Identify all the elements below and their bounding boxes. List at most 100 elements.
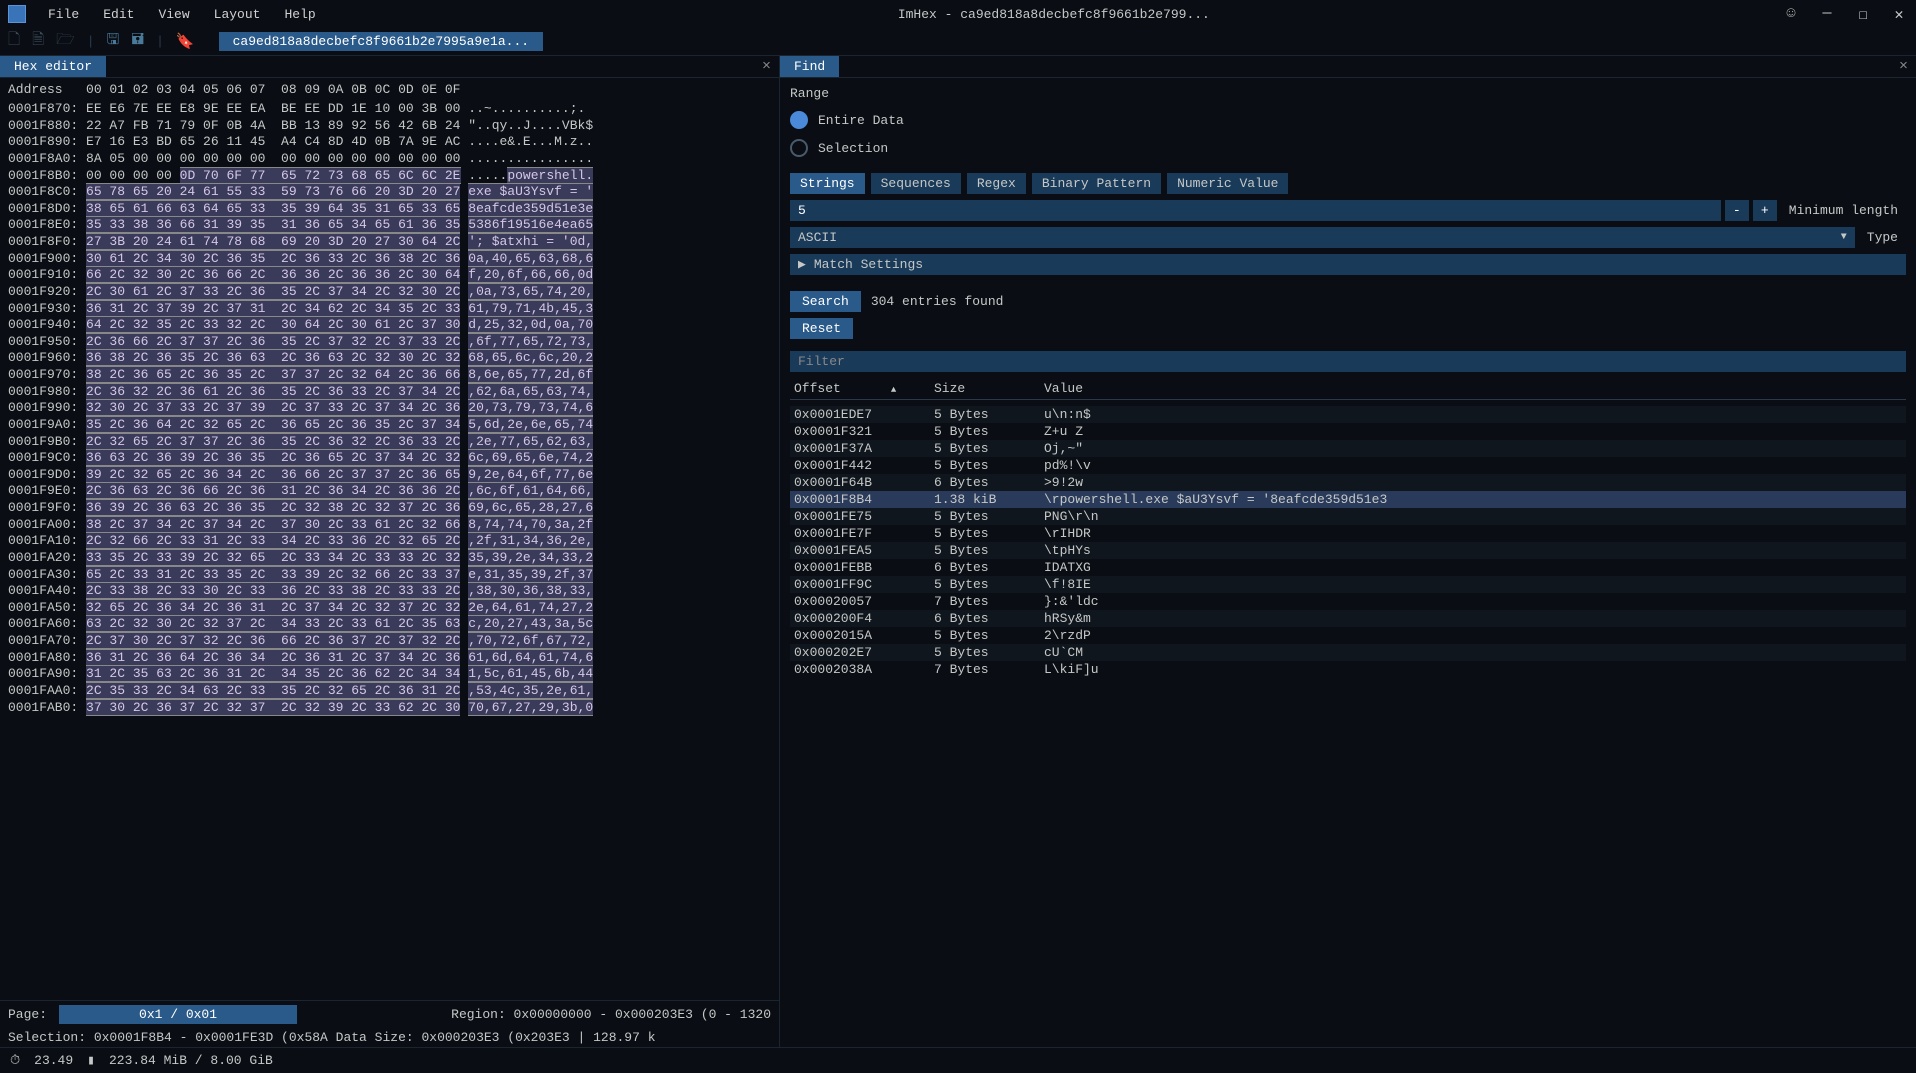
hex-dump[interactable]: 0001F870: EE E6 7E EE E8 9E EE EA BE EE … — [0, 101, 779, 1000]
find-close-icon[interactable]: × — [1899, 58, 1908, 75]
tab-numeric-value[interactable]: Numeric Value — [1167, 173, 1288, 194]
hex-row[interactable]: 0001FA60: 63 2C 32 30 2C 32 37 2C 34 33 … — [8, 616, 771, 633]
menu-view[interactable]: View — [148, 5, 199, 24]
hex-row[interactable]: 0001F9A0: 35 2C 36 64 2C 32 65 2C 36 65 … — [8, 417, 771, 434]
open-folder-icon[interactable]: 🗁 — [56, 29, 75, 54]
hex-row[interactable]: 0001F940: 64 2C 32 35 2C 33 32 2C 30 64 … — [8, 317, 771, 334]
hex-row[interactable]: 0001FA20: 33 35 2C 33 39 2C 32 65 2C 33 … — [8, 550, 771, 567]
hex-row[interactable]: 0001F9E0: 2C 36 63 2C 36 66 2C 36 31 2C … — [8, 483, 771, 500]
hex-row[interactable]: 0001F910: 66 2C 32 30 2C 36 66 2C 36 36 … — [8, 267, 771, 284]
toolbar: 🗋 🗎 🗁 | 🖫 🖬 | 🔖 ca9ed818a8decbefc8f9661b… — [0, 28, 1916, 56]
hex-row[interactable]: 0001F8B0: 00 00 00 00 0D 70 6F 77 65 72 … — [8, 168, 771, 185]
hex-row[interactable]: 0001F9F0: 36 39 2C 36 63 2C 36 35 2C 32 … — [8, 500, 771, 517]
result-row[interactable]: 0x0001FE755 BytesPNG\r\n — [790, 508, 1906, 525]
result-row[interactable]: 0x0001FEA55 Bytes\tpHYs — [790, 542, 1906, 559]
page-slider[interactable]: 0x1 / 0x01 — [59, 1005, 297, 1024]
tab-sequences[interactable]: Sequences — [871, 173, 961, 194]
file-tab[interactable]: ca9ed818a8decbefc8f9661b2e7995a9e1a... — [219, 32, 543, 51]
result-row[interactable]: 0x0001FEBB6 BytesIDATXG — [790, 559, 1906, 576]
hex-address-header: Address 00 01 02 03 04 05 06 07 08 09 0A… — [0, 78, 779, 101]
match-settings-toggle[interactable]: ▶ Match Settings — [790, 254, 1906, 275]
result-row[interactable]: 0x0002015A5 Bytes2\rzdP — [790, 627, 1906, 644]
result-row[interactable]: 0x000200F46 ByteshRSy&m — [790, 610, 1906, 627]
bookmark-icon[interactable]: 🔖 — [176, 32, 195, 51]
increment-button[interactable]: + — [1753, 200, 1777, 221]
save-icon[interactable]: 🖫 — [107, 29, 120, 54]
hex-row[interactable]: 0001FAA0: 2C 35 33 2C 34 63 2C 33 35 2C … — [8, 683, 771, 700]
play-icon: ▶ — [798, 257, 806, 272]
panel-close-icon[interactable]: × — [762, 58, 771, 75]
result-row[interactable]: 0x0001FE7F5 Bytes\rIHDR — [790, 525, 1906, 542]
reset-button[interactable]: Reset — [790, 318, 853, 339]
tab-strings[interactable]: Strings — [790, 173, 865, 194]
decrement-button[interactable]: - — [1725, 200, 1749, 221]
filter-input[interactable]: Filter — [790, 351, 1906, 372]
col-value[interactable]: Value — [1044, 381, 1902, 396]
radio-entire-data[interactable]: Entire Data — [790, 109, 1906, 131]
hex-row[interactable]: 0001FA40: 2C 33 38 2C 33 30 2C 33 36 2C … — [8, 583, 771, 600]
hex-row[interactable]: 0001F990: 32 30 2C 37 33 2C 37 39 2C 37 … — [8, 400, 771, 417]
maximize-icon[interactable]: ☐ — [1854, 5, 1872, 24]
hex-row[interactable]: 0001FA80: 36 31 2C 36 64 2C 36 34 2C 36 … — [8, 650, 771, 667]
tab-regex[interactable]: Regex — [967, 173, 1026, 194]
open-file-icon[interactable]: 🗎 — [32, 29, 44, 54]
result-row[interactable]: 0x0001F4425 Bytespd%!\v — [790, 457, 1906, 474]
result-row[interactable]: 0x0001EDE75 Bytesu\n:n$ — [790, 406, 1906, 423]
hex-row[interactable]: 0001F8F0: 27 3B 20 24 61 74 78 68 69 20 … — [8, 234, 771, 251]
hex-row[interactable]: 0001FA90: 31 2C 35 63 2C 36 31 2C 34 35 … — [8, 666, 771, 683]
hex-row[interactable]: 0001FA50: 32 65 2C 36 34 2C 36 31 2C 37 … — [8, 600, 771, 617]
minimize-icon[interactable]: — — [1818, 5, 1836, 24]
min-length-input[interactable]: 5 — [790, 200, 1721, 221]
new-file-icon[interactable]: 🗋 — [8, 29, 20, 54]
hex-row[interactable]: 0001F9C0: 36 63 2C 36 39 2C 36 35 2C 36 … — [8, 450, 771, 467]
hex-row[interactable]: 0001F870: EE E6 7E EE E8 9E EE EA BE EE … — [8, 101, 771, 118]
hex-row[interactable]: 0001FA30: 65 2C 33 31 2C 33 35 2C 33 39 … — [8, 567, 771, 584]
result-row[interactable]: 0x0001F37A5 BytesOj,~" — [790, 440, 1906, 457]
col-offset[interactable]: Offset▲ — [794, 381, 934, 396]
menu-layout[interactable]: Layout — [204, 5, 271, 24]
hex-row[interactable]: 0001F8D0: 38 65 61 66 63 64 65 33 35 39 … — [8, 201, 771, 218]
result-row[interactable]: 0x0001F64B6 Bytes >9!2w — [790, 474, 1906, 491]
smiley-icon[interactable]: ☺ — [1782, 5, 1800, 24]
hex-row[interactable]: 0001F9B0: 2C 32 65 2C 37 37 2C 36 35 2C … — [8, 434, 771, 451]
hex-row[interactable]: 0001F950: 2C 36 66 2C 37 37 2C 36 35 2C … — [8, 334, 771, 351]
hex-row[interactable]: 0001FAB0: 37 30 2C 36 37 2C 32 37 2C 32 … — [8, 700, 771, 717]
hex-row[interactable]: 0001F970: 38 2C 36 65 2C 36 35 2C 37 37 … — [8, 367, 771, 384]
tab-binary-pattern[interactable]: Binary Pattern — [1032, 173, 1161, 194]
close-icon[interactable]: ✕ — [1890, 5, 1908, 24]
hex-row[interactable]: 0001FA70: 2C 37 30 2C 37 32 2C 36 66 2C … — [8, 633, 771, 650]
results-list[interactable]: 0x0001EDE75 Bytesu\n:n$0x0001F3215 Bytes… — [790, 406, 1906, 678]
hex-row[interactable]: 0001F920: 2C 30 61 2C 37 33 2C 36 35 2C … — [8, 284, 771, 301]
hex-row[interactable]: 0001F900: 30 61 2C 34 30 2C 36 35 2C 36 … — [8, 251, 771, 268]
hex-row[interactable]: 0001F8A0: 8A 05 00 00 00 00 00 00 00 00 … — [8, 151, 771, 168]
hex-row[interactable]: 0001F930: 36 31 2C 37 39 2C 37 31 2C 34 … — [8, 301, 771, 318]
hex-row[interactable]: 0001F9D0: 39 2C 32 65 2C 36 34 2C 36 66 … — [8, 467, 771, 484]
hex-row[interactable]: 0001F980: 2C 36 32 2C 36 61 2C 36 35 2C … — [8, 384, 771, 401]
radio-on-icon — [790, 111, 808, 129]
result-row[interactable]: 0x0002038A7 BytesL\kiF]u — [790, 661, 1906, 678]
radio-selection[interactable]: Selection — [790, 137, 1906, 159]
search-button[interactable]: Search — [790, 291, 861, 312]
result-row[interactable]: 0x0001F3215 BytesZ+u Z — [790, 423, 1906, 440]
statusbar: ⏱ 23.49 ▮ 223.84 MiB / 8.00 GiB — [0, 1047, 1916, 1073]
hex-row[interactable]: 0001F8C0: 65 78 65 20 24 61 55 33 59 73 … — [8, 184, 771, 201]
hex-editor-tab[interactable]: Hex editor — [0, 56, 106, 77]
hex-row[interactable]: 0001F8E0: 35 33 38 36 66 31 39 35 31 36 … — [8, 217, 771, 234]
menu-file[interactable]: File — [38, 5, 89, 24]
memory-value: 223.84 MiB / 8.00 GiB — [109, 1053, 273, 1068]
hex-row[interactable]: 0001F960: 36 38 2C 36 35 2C 36 63 2C 36 … — [8, 350, 771, 367]
save-as-icon[interactable]: 🖬 — [131, 29, 144, 54]
menu-help[interactable]: Help — [274, 5, 325, 24]
result-row[interactable]: 0x0001FF9C5 Bytes\f!8IE — [790, 576, 1906, 593]
type-select[interactable]: ASCII ▼ — [790, 227, 1855, 248]
result-row[interactable]: 0x0001F8B41.38 kiB\rpowershell.exe $aU3Y… — [790, 491, 1906, 508]
hex-row[interactable]: 0001FA00: 38 2C 37 34 2C 37 34 2C 37 30 … — [8, 517, 771, 534]
result-row[interactable]: 0x000202E75 BytescU`CM — [790, 644, 1906, 661]
result-row[interactable]: 0x000200577 Bytes}:&'ldc — [790, 593, 1906, 610]
col-size[interactable]: Size — [934, 381, 1044, 396]
hex-row[interactable]: 0001F890: E7 16 E3 BD 65 26 11 45 A4 C4 … — [8, 134, 771, 151]
hex-row[interactable]: 0001FA10: 2C 32 66 2C 33 31 2C 33 34 2C … — [8, 533, 771, 550]
menu-edit[interactable]: Edit — [93, 5, 144, 24]
hex-row[interactable]: 0001F880: 22 A7 FB 71 79 0F 0B 4A BB 13 … — [8, 118, 771, 135]
find-tab[interactable]: Find — [780, 56, 839, 77]
